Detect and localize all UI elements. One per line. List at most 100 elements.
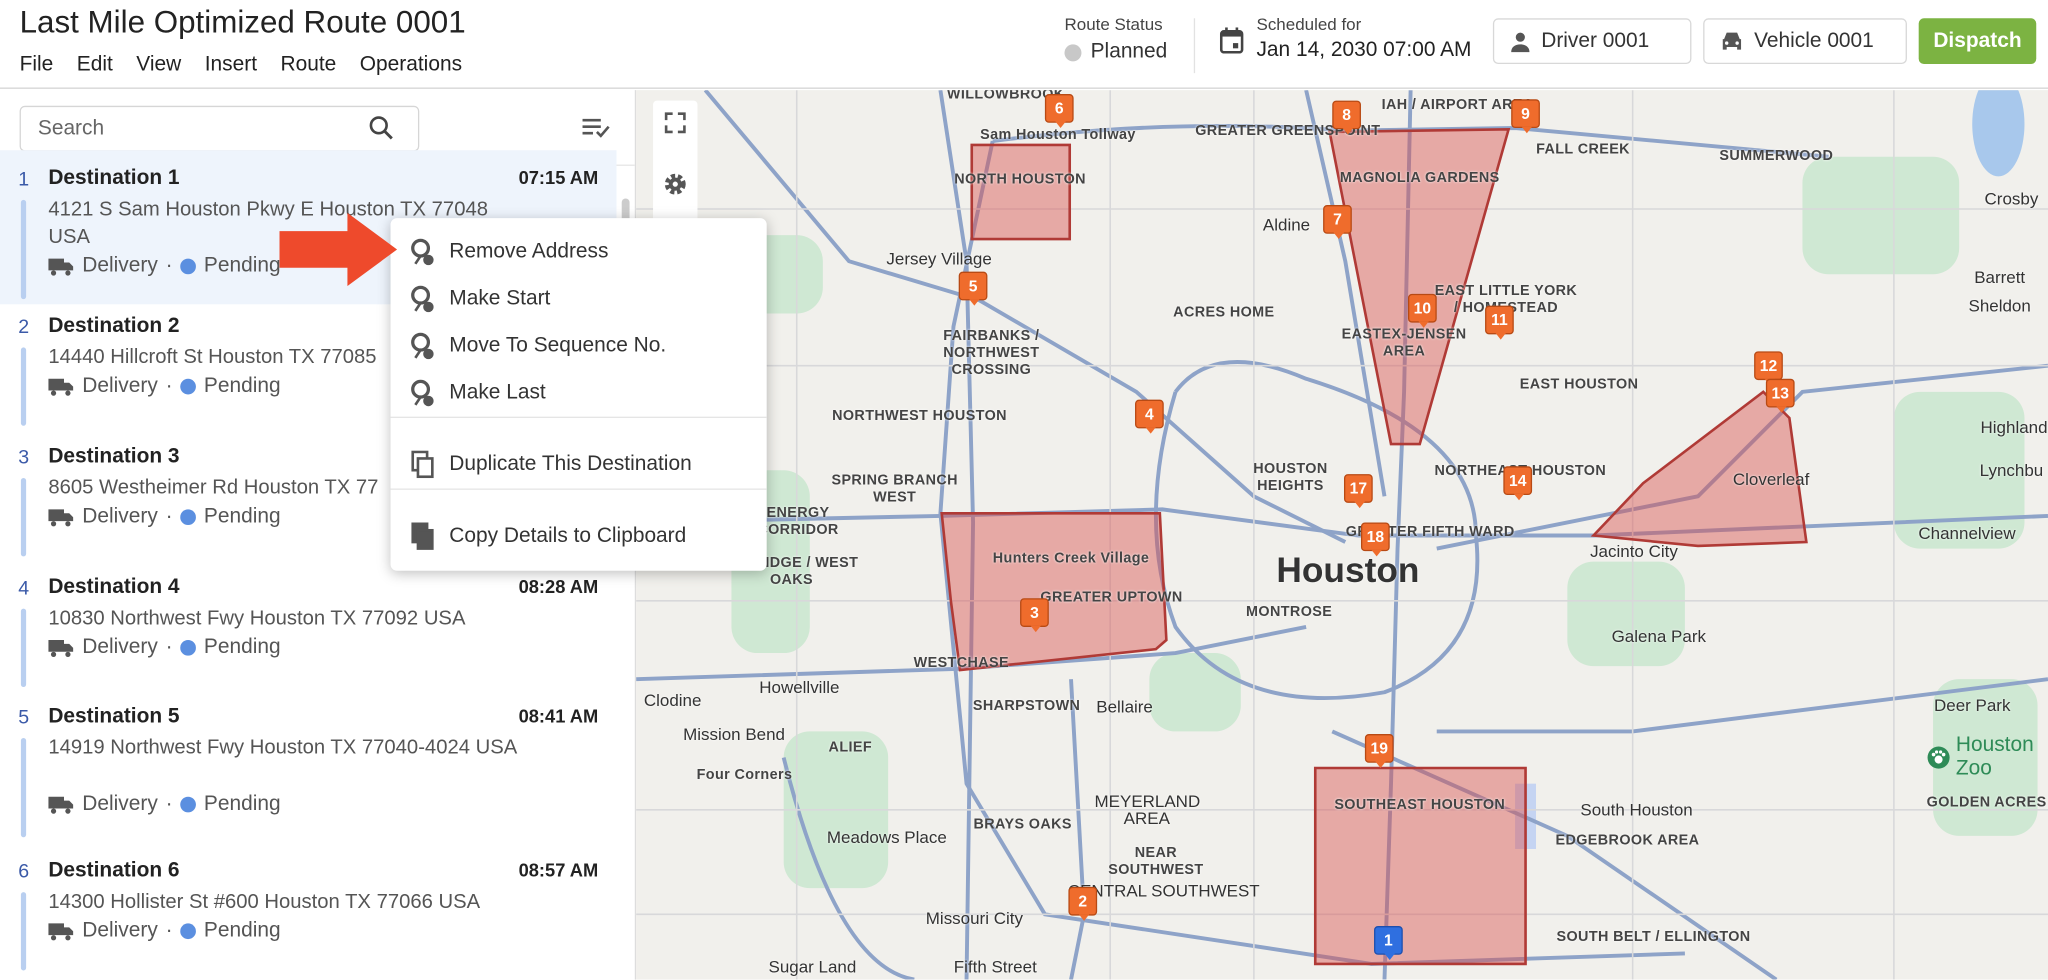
schedule[interactable]: Scheduled for Jan 14, 2030 07:00 AM [1219,14,1472,62]
stop-marker[interactable]: 4 [1135,399,1164,434]
sequence-number: 1 [18,168,30,191]
gear-icon[interactable] [653,162,697,206]
search-placeholder: Search [37,116,105,140]
sequence-number: 4 [18,577,30,600]
stop-marker[interactable]: 18 [1360,522,1390,557]
map-label: SHARPSTOWN [972,698,1081,714]
menu-item-label: Make Start [449,287,551,310]
destination-address: 10830 Northwest Fwy Houston TX 77092 USA [48,607,466,630]
menu-item-label: Make Last [449,381,546,404]
eta-time: 08:41 AM [518,705,599,727]
stop-marker[interactable]: 11 [1485,305,1514,340]
menu-bar: File Edit View Insert Route Operations [20,54,462,78]
search-input[interactable]: Search [19,105,420,152]
map-label: Clodine [643,690,702,710]
menu-item-copy-details-to-clipboard[interactable]: Copy Details to Clipboard [391,513,767,560]
stop-marker[interactable]: 17 [1343,474,1373,509]
menu-file[interactable]: File [20,54,54,78]
separator-dot: · [165,792,173,816]
menu-view[interactable]: View [136,54,181,78]
scheduled-value: Jan 14, 2030 07:00 AM [1256,39,1472,62]
menu-route[interactable]: Route [281,54,337,78]
menu-edit[interactable]: Edit [77,54,113,78]
status-label: Pending [203,505,281,528]
park-area [1149,653,1241,732]
stop-marker[interactable]: 19 [1364,734,1394,768]
stop-marker[interactable]: 6 [1044,94,1074,128]
map-label: ACRES HOME [1173,304,1275,321]
stop-marker[interactable]: 3 [1020,598,1049,633]
route-segment-bar [20,892,27,971]
map-label: Bellaire [1096,696,1153,717]
menu-insert[interactable]: Insert [205,54,257,78]
menu-item-make-last[interactable]: Make Last [391,370,767,417]
type-label: Delivery [82,374,158,398]
houston-zoo-poi[interactable]: Houston Zoo [1927,734,2048,781]
map[interactable]: WILLOWBROOK Sam Houston Tollway NORTH HOUS… [636,90,2048,980]
dispatch-button[interactable]: Dispatch [1918,18,2037,64]
delivery-truck-icon [48,639,74,657]
map-label: SPRING BRANCH WEST [831,472,958,506]
driver-button[interactable]: Driver 0001 [1492,18,1692,64]
map-label: FALL CREEK [1536,141,1630,158]
status-dot-icon [180,378,197,395]
stop-marker[interactable]: 2 [1068,886,1098,921]
pin-remove-icon [411,238,434,266]
page-title: Last Mile Optimized Route 0001 [19,5,466,41]
map-label: Deer Park [1934,695,2011,716]
sort-list-icon[interactable] [581,116,610,140]
map-label: EDGEBROOK AREA [1555,832,1700,849]
menu-item-move-to-sequence-no[interactable]: Move To Sequence No. [391,323,767,370]
stop-marker[interactable]: 1 [1374,926,1403,960]
stop-marker[interactable]: 9 [1511,99,1540,134]
zoo-label: Houston Zoo [1955,734,2034,780]
menu-item-make-start[interactable]: Make Start [391,276,767,323]
separator-dot: · [165,505,173,528]
delivery-truck-icon [48,923,74,941]
sequence-number: 6 [18,860,30,883]
map-label: Four Corners [696,767,793,784]
map-label: SUMMERWOOD [1719,148,1834,164]
delivery-truck-icon [48,509,74,527]
vehicle-button[interactable]: Vehicle 0001 [1703,18,1907,64]
destination-meta: Delivery · Pending [48,254,281,279]
menu-item-remove-address[interactable]: Remove Address [391,229,767,276]
park-area [1567,561,1685,667]
menu-divider [390,488,767,490]
destination-item[interactable]: 6 Destination 6 08:57 AM 14300 Hollister… [0,842,616,973]
stop-marker[interactable]: 12 [1754,351,1783,386]
map-label: ALIEF [828,739,873,756]
stop-marker[interactable]: 14 [1503,466,1533,501]
delivery-truck-icon [48,258,74,276]
map-label: BRAYS OAKS [973,816,1072,833]
status-label: Pending [203,374,281,398]
stop-marker[interactable]: 7 [1323,205,1352,240]
map-label: NORTH HOUSTON [954,171,1086,188]
map-label: FAIRBANKS / NORTHWEST CROSSING [943,328,1040,379]
status-dot-icon [180,509,197,526]
destination-item[interactable]: 5 Destination 5 08:41 AM 14919 Northwest… [0,688,616,842]
route-status-value: Planned [1090,40,1168,63]
stop-marker[interactable]: 8 [1332,100,1361,135]
map-label: Cloverleaf [1732,469,1810,490]
destination-name: Destination 6 [48,859,180,882]
header: Last Mile Optimized Route 0001 File Edit… [0,0,2048,89]
stop-marker[interactable]: 13 [1765,378,1795,413]
menu-item-duplicate-this-destination[interactable]: Duplicate This Destination [391,441,767,488]
stop-marker[interactable]: 5 [958,271,988,306]
destination-meta: Delivery · Pending [48,636,281,660]
destination-name: Destination 2 [48,314,180,337]
destination-meta: Delivery · Pending [48,919,281,944]
map-label: Barrett [1974,267,2026,287]
stop-marker[interactable]: 10 [1407,293,1437,328]
separator-dot: · [165,919,173,942]
fullscreen-icon[interactable] [653,101,697,145]
destination-meta: Delivery · Pending [48,505,281,529]
map-label: HOUSTON HEIGHTS [1253,461,1328,494]
menu-operations[interactable]: Operations [360,54,462,78]
separator-dot: · [165,254,173,277]
status-label: Pending [203,792,281,816]
map-label: MONTROSE [1246,604,1333,620]
destination-item[interactable]: 4 Destination 4 08:28 AM 10830 Northwest… [0,559,616,690]
status-label: Pending [203,254,281,277]
